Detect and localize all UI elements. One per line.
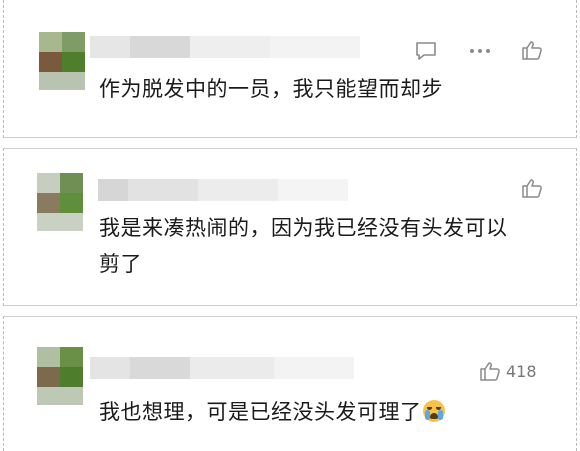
username-blurred[interactable] — [90, 36, 360, 58]
like-icon[interactable] — [479, 361, 501, 381]
tear-right — [437, 410, 443, 420]
username-blurred[interactable] — [90, 357, 354, 379]
reply-icon[interactable] — [415, 41, 437, 61]
mouth — [429, 413, 438, 419]
tear-left — [424, 410, 430, 420]
avatar[interactable] — [39, 32, 85, 90]
avatar[interactable] — [37, 347, 83, 405]
username-blurred[interactable] — [98, 179, 348, 201]
comment-text-line: 剪了 — [99, 252, 142, 276]
like-icon[interactable] — [521, 178, 543, 198]
comment-card: 作为脱发中的一员，我只能望而却步 — [3, 0, 577, 138]
comment-card: 418 我也想理，可是已经没头发可理了 — [3, 316, 577, 451]
crying-face-icon — [422, 400, 445, 422]
like-count: 418 — [506, 362, 537, 381]
comment-text: 作为脱发中的一员，我只能望而却步 — [99, 77, 443, 101]
comment-text: 我也想理，可是已经没头发可理了 — [99, 400, 422, 424]
comment-text-row: 我也想理，可是已经没头发可理了 — [99, 395, 445, 429]
avatar[interactable] — [37, 173, 83, 231]
more-icon[interactable] — [469, 48, 491, 54]
comment-text-line: 我是来凑热闹的，因为我已经没有头发可以 — [99, 216, 508, 240]
comment-card: 我是来凑热闹的，因为我已经没有头发可以 剪了 — [3, 148, 577, 306]
like-icon[interactable] — [521, 40, 543, 60]
